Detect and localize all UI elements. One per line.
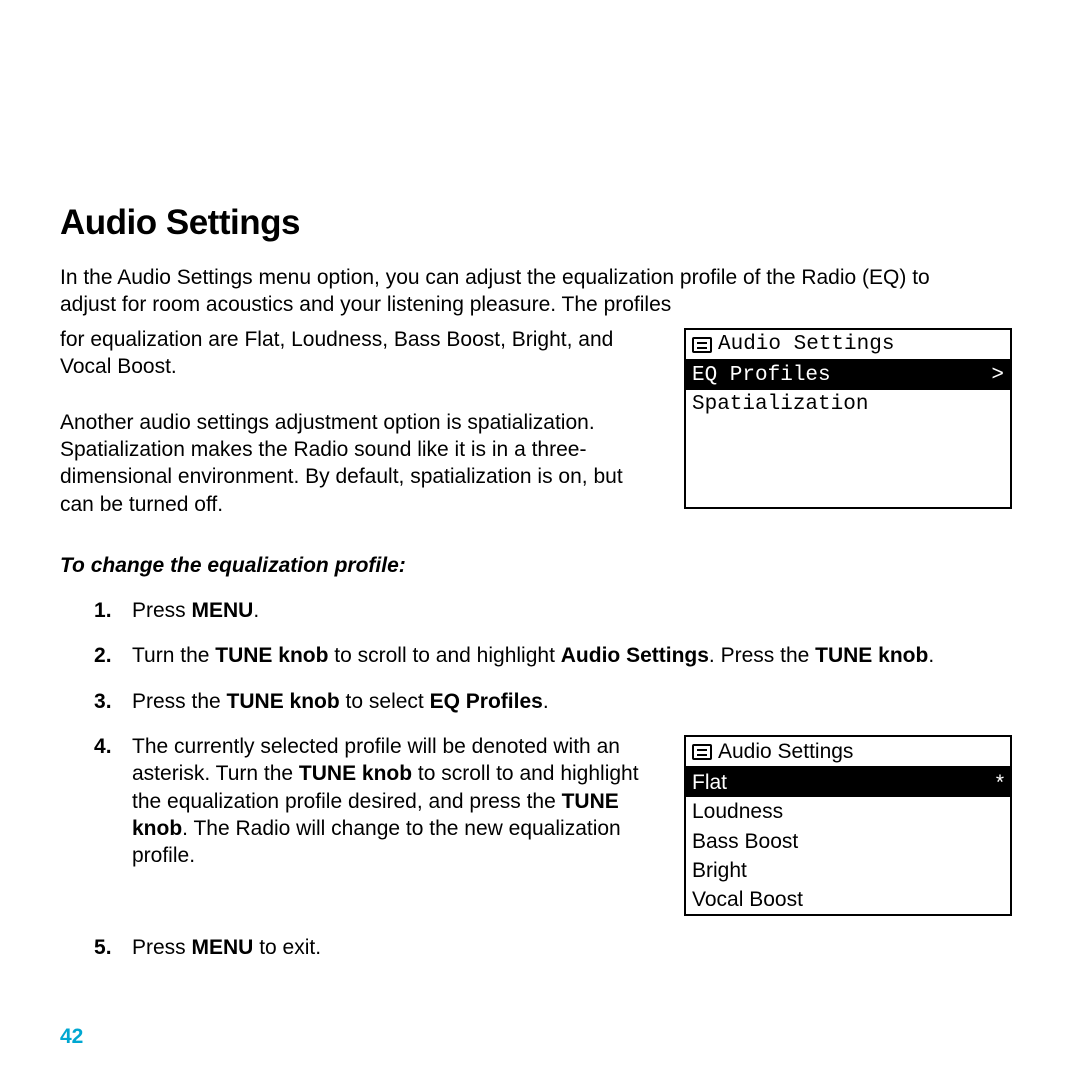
screen-row-label: Vocal Boost — [692, 887, 1004, 912]
screen-title-text: Audio Settings — [718, 739, 853, 764]
step-text: to scroll to and highlight — [328, 644, 560, 667]
asterisk-icon: * — [992, 770, 1004, 795]
tune-knob-keyword: TUNE knob — [815, 644, 928, 667]
list-icon — [692, 337, 712, 353]
intro-paragraph-tail: for equalization are Flat, Loudness, Bas… — [60, 326, 660, 381]
screen-row-bass-boost: Bass Boost — [686, 827, 1010, 856]
step-3: Press the TUNE knob to select EQ Profile… — [94, 688, 1012, 715]
tune-knob-keyword: TUNE knob — [227, 690, 340, 713]
screen-row-eq-profiles: EQ Profiles > — [686, 361, 1010, 390]
tune-knob-keyword: TUNE knob — [215, 644, 328, 667]
screen-row-label: Bright — [692, 858, 1004, 883]
spatialization-paragraph: Another audio settings adjustment option… — [60, 409, 660, 518]
audio-settings-keyword: Audio Settings — [561, 644, 709, 667]
screen-row-label: EQ Profiles — [692, 363, 987, 388]
step-5: Press MENU to exit. — [94, 934, 1012, 961]
eq-profiles-keyword: EQ Profiles — [430, 690, 543, 713]
menu-keyword: MENU — [192, 599, 254, 622]
screen-row-blank — [686, 449, 1010, 478]
screen-row-blank — [686, 478, 1010, 507]
step-4: The currently selected profile will be d… — [94, 733, 1012, 916]
menu-keyword: MENU — [192, 936, 254, 959]
manual-page: Audio Settings In the Audio Settings men… — [0, 0, 1080, 1080]
step-text: . — [543, 690, 549, 713]
screen-title-row: Audio Settings — [686, 330, 1010, 361]
intro-left-column: for equalization are Flat, Loudness, Bas… — [60, 326, 660, 518]
chevron-right-icon: > — [987, 363, 1004, 388]
steps-list: Press MENU. Turn the TUNE knob to scroll… — [94, 597, 1012, 961]
step-text: Turn the — [132, 644, 215, 667]
screen-row-flat: Flat * — [686, 768, 1010, 797]
step-text: . — [928, 644, 934, 667]
intro-paragraph-lead: In the Audio Settings menu option, you c… — [60, 264, 990, 319]
step-text: to select — [340, 690, 430, 713]
screen-eq-profiles-list: Audio Settings Flat * Loudness Bass Boos… — [684, 735, 1012, 916]
page-title: Audio Settings — [60, 200, 1012, 246]
screen-row-loudness: Loudness — [686, 797, 1010, 826]
instructions-heading: To change the equalization profile: — [60, 552, 1012, 579]
screen-row-blank — [686, 420, 1010, 449]
screen-row-label: Flat — [692, 770, 992, 795]
step-1: Press MENU. — [94, 597, 1012, 624]
screen-row-label: Loudness — [692, 799, 1004, 824]
step-text: . — [253, 599, 259, 622]
screen-title-row: Audio Settings — [686, 737, 1010, 768]
step-text: to exit. — [253, 936, 321, 959]
screen-row-bright: Bright — [686, 856, 1010, 885]
screen-row-spatialization: Spatialization — [686, 390, 1010, 419]
screen-row-vocal-boost: Vocal Boost — [686, 885, 1010, 914]
step-text: Press — [132, 936, 192, 959]
screen-row-label: Spatialization — [692, 392, 1004, 417]
tune-knob-keyword: TUNE knob — [299, 762, 412, 785]
screen-title-text: Audio Settings — [718, 332, 894, 357]
step-text: . Press the — [709, 644, 815, 667]
list-icon — [692, 744, 712, 760]
screen-audio-settings-menu: Audio Settings EQ Profiles > Spatializat… — [684, 328, 1012, 509]
step-text: . The Radio will change to the new equal… — [132, 817, 621, 867]
screen-row-label: Bass Boost — [692, 829, 1004, 854]
step-2: Turn the TUNE knob to scroll to and high… — [94, 642, 1012, 669]
page-number: 42 — [60, 1023, 83, 1050]
step-text: Press — [132, 599, 192, 622]
step-4-text: The currently selected profile will be d… — [132, 733, 660, 869]
step-text: Press the — [132, 690, 227, 713]
intro-row: for equalization are Flat, Loudness, Bas… — [60, 326, 1012, 518]
